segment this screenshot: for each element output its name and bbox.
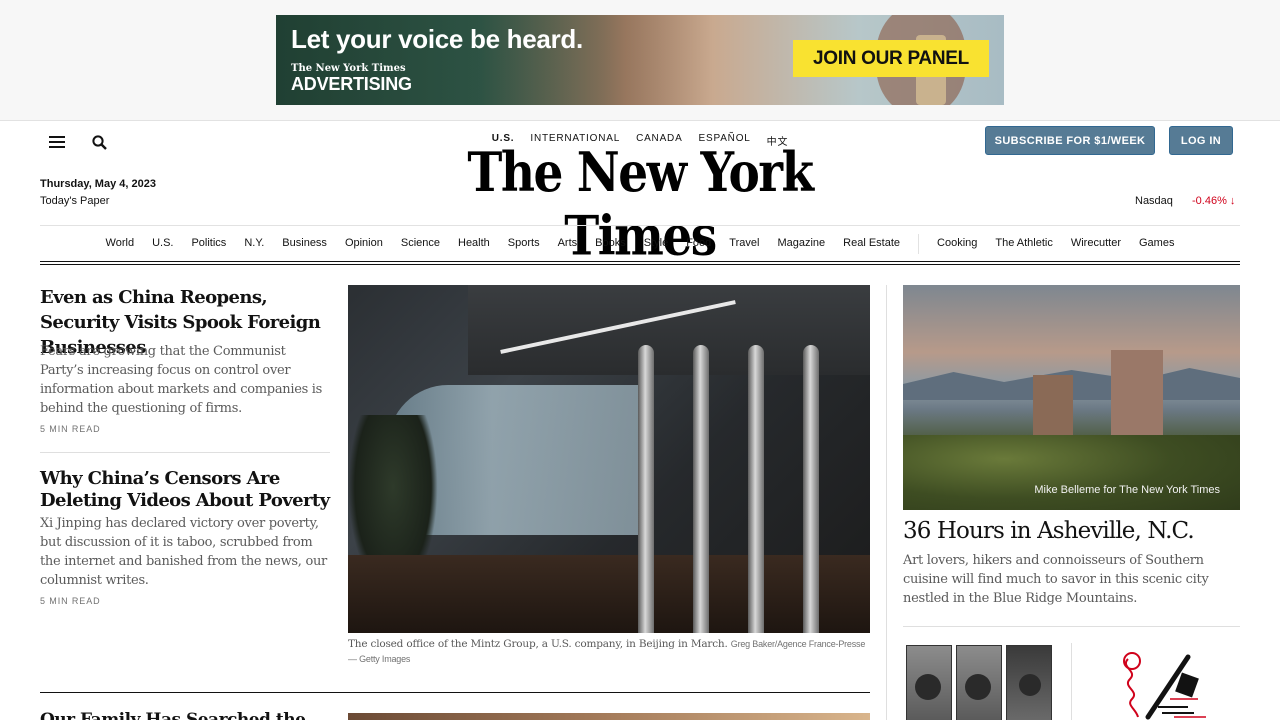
nav-world[interactable]: World [97, 237, 144, 254]
nav-health[interactable]: Health [449, 237, 499, 254]
story-divider [903, 626, 1240, 627]
nav-style[interactable]: Style [635, 237, 677, 254]
caption-text: The closed office of the Mintz Group, a … [348, 638, 728, 650]
ad-brand-logo: The New York Times [291, 63, 406, 74]
story-summary[interactable]: Art lovers, hikers and connoisseurs of S… [903, 551, 1223, 608]
nav-science[interactable]: Science [392, 237, 449, 254]
nav-the-athletic[interactable]: The Athletic [986, 237, 1061, 254]
ticker-percent: -0.46% [1192, 195, 1227, 207]
nav-bottom-rule-2 [40, 264, 1240, 265]
nav-us[interactable]: U.S. [143, 237, 182, 254]
story-headline[interactable]: Why China’s Censors Are Deleting Videos … [40, 468, 332, 512]
nav-ny[interactable]: N.Y. [235, 237, 273, 254]
story-summary[interactable]: Xi Jinping has declared victory over pov… [40, 514, 332, 590]
photo-credit: Mike Belleme for The New York Times [1034, 484, 1220, 496]
section-nav: World U.S. Politics N.Y. Business Opinio… [40, 234, 1240, 254]
nav-magazine[interactable]: Magazine [768, 237, 834, 254]
story-headline[interactable]: 36 Hours in Asheville, N.C. [903, 518, 1195, 544]
ticker-value[interactable]: -0.46% ↓ [1192, 195, 1235, 207]
column-divider [886, 285, 887, 720]
ad-cta-button[interactable]: JOIN OUR PANEL [793, 40, 989, 77]
column-divider [1071, 643, 1072, 720]
asheville-photo[interactable]: Mike Belleme for The New York Times [903, 285, 1240, 510]
read-time: 5 MIN READ [40, 596, 101, 606]
nav-games[interactable]: Games [1130, 237, 1183, 254]
nav-books[interactable]: Books [586, 237, 635, 254]
down-arrow-icon: ↓ [1229, 195, 1236, 207]
story-photo[interactable] [348, 713, 870, 720]
nav-arts[interactable]: Arts [549, 237, 587, 254]
ticker-name[interactable]: Nasdaq [1135, 195, 1173, 207]
nav-sports[interactable]: Sports [499, 237, 549, 254]
story-headline[interactable]: Our Family Has Searched the [40, 710, 306, 720]
section-rule [40, 692, 870, 693]
story-divider [40, 452, 330, 453]
nav-wirecutter[interactable]: Wirecutter [1062, 237, 1130, 254]
nav-separator [918, 234, 920, 254]
ad-headline: Let your voice be heard. [291, 24, 583, 54]
nav-opinion[interactable]: Opinion [336, 237, 392, 254]
ad-brand-advertising: ADVERTISING [291, 74, 412, 94]
current-date: Thursday, May 4, 2023 [40, 178, 156, 190]
todays-paper-link[interactable]: Today's Paper [40, 195, 109, 207]
nav-food[interactable]: Food [677, 237, 720, 254]
nav-bottom-rule [40, 261, 1240, 262]
lead-story-photo[interactable] [348, 285, 870, 633]
nav-cooking[interactable]: Cooking [928, 237, 986, 254]
advertisement-banner[interactable]: Let your voice be heard. The New York Ti… [276, 15, 1004, 105]
subscribe-button[interactable]: SUBSCRIBE FOR $1/WEEK [985, 126, 1155, 155]
nav-business[interactable]: Business [273, 237, 336, 254]
photo-caption: The closed office of the Mintz Group, a … [348, 637, 870, 667]
ad-strip: Let your voice be heard. The New York Ti… [0, 0, 1280, 121]
nav-politics[interactable]: Politics [182, 237, 235, 254]
login-button[interactable]: LOG IN [1169, 126, 1233, 155]
read-time: 5 MIN READ [40, 424, 101, 434]
nav-travel[interactable]: Travel [720, 237, 768, 254]
squirrel-photo-strip[interactable] [903, 643, 1055, 720]
pen-illustration-icon[interactable] [1118, 647, 1208, 720]
story-summary[interactable]: Fears are growing that the Communist Par… [40, 342, 332, 418]
nav-top-rule [40, 225, 1240, 226]
nav-real-estate[interactable]: Real Estate [834, 237, 909, 254]
